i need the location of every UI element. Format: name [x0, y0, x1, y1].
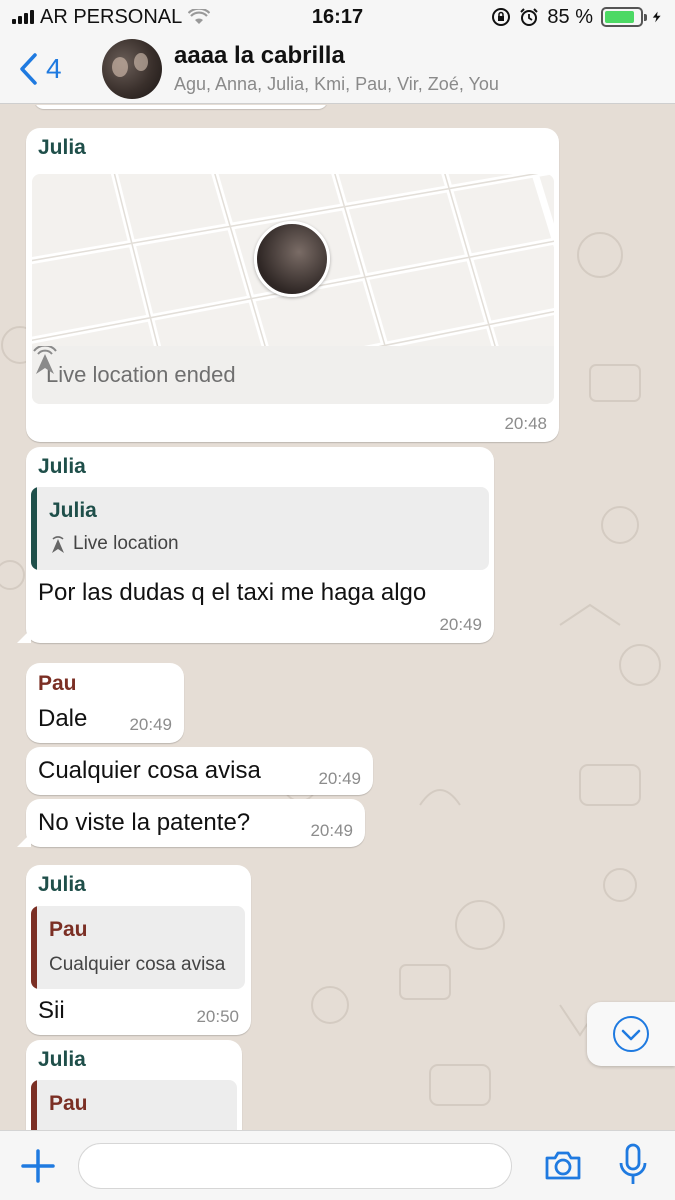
battery-icon: [601, 7, 647, 27]
live-location-map[interactable]: Live location ended: [32, 174, 554, 404]
message-sender: Pau: [38, 672, 77, 695]
message-sender: Julia: [38, 136, 86, 159]
message-text: Cualquier cosa avisa: [38, 757, 261, 784]
message-sender: Julia: [38, 873, 86, 896]
charging-icon: [652, 11, 661, 23]
group-info[interactable]: aaaa la cabrilla Agu, Anna, Julia, Kmi, …: [174, 42, 499, 95]
battery-fill: [605, 11, 634, 23]
status-time: 16:17: [311, 5, 364, 28]
quote-sender: Pau: [49, 1092, 88, 1115]
message-bubble[interactable]: Julia Julia Live location Por las dudas …: [17, 447, 494, 643]
quote-bar: [31, 487, 37, 570]
group-title: aaaa la cabrilla: [174, 42, 345, 69]
quoted-message[interactable]: Julia Live location: [31, 487, 489, 570]
message-time: 20:49: [310, 821, 353, 840]
quote-text-row: Live location: [49, 533, 179, 555]
live-location-status: Live location ended: [46, 362, 236, 387]
message-text: Por las dudas q el taxi me haga algo: [38, 579, 427, 606]
unread-count: 4: [46, 52, 62, 84]
message-bubble[interactable]: Julia Pau Cualquier cosa avisa Sii 20:50: [26, 865, 251, 1035]
live-location-icon: [52, 536, 64, 553]
message-time: 20:49: [318, 769, 361, 788]
quote-text: Live location: [73, 533, 179, 554]
camera-icon[interactable]: [543, 1145, 583, 1185]
message-time: 20:49: [439, 615, 482, 634]
carrier-label: AR PERSONAL: [40, 5, 183, 28]
quote-sender: Julia: [49, 499, 97, 522]
message-sender: Julia: [38, 1048, 86, 1071]
back-button[interactable]: 4: [18, 52, 98, 86]
message-text: Sii: [38, 997, 65, 1024]
chat-header: 4 aaaa la cabrilla Agu, Anna, Julia, Kmi…: [0, 34, 675, 104]
bubble-tail: [17, 629, 31, 643]
message-bubble[interactable]: No viste la patente? 20:49: [17, 799, 365, 847]
chevron-left-icon: [20, 52, 37, 85]
message-input[interactable]: [78, 1143, 512, 1189]
status-left: AR PERSONAL: [12, 6, 242, 29]
quote-sender: Pau: [49, 918, 88, 941]
message-bubble[interactable]: Julia Pau: [26, 1040, 242, 1130]
wifi-icon: [188, 9, 211, 24]
message-time: 20:48: [504, 414, 547, 433]
quoted-message[interactable]: Pau: [31, 1080, 237, 1130]
live-location-icon: [33, 346, 57, 374]
message-sender: Julia: [38, 455, 86, 478]
microphone-icon[interactable]: [616, 1143, 650, 1187]
scroll-down-button[interactable]: [587, 1002, 675, 1066]
quote-bar: [31, 906, 37, 989]
group-avatar[interactable]: [102, 38, 162, 99]
message-bubble[interactable]: Julia Live location ended 20:48: [26, 128, 559, 442]
status-bar: AR PERSONAL 16:17 85 %: [0, 0, 675, 34]
status-right: 85 %: [433, 6, 663, 29]
quoted-message[interactable]: Pau Cualquier cosa avisa: [31, 906, 245, 989]
chevron-down-icon: [613, 1016, 649, 1052]
location-avatar: [254, 221, 330, 297]
rotation-lock-icon: [492, 8, 511, 26]
live-location-footer: Live location ended: [32, 346, 554, 404]
chat-area: Julia Live location ended 20:48 Julia Ju…: [0, 105, 675, 1130]
message-text: No viste la patente?: [38, 809, 251, 836]
message-text: Dale: [38, 705, 88, 732]
quote-bar: [31, 1080, 37, 1130]
previous-bubble-edge: [34, 105, 328, 109]
bubble-tail: [17, 833, 31, 847]
alarm-icon: [520, 8, 539, 26]
group-members: Agu, Anna, Julia, Kmi, Pau, Vir, Zoé, Yo…: [174, 74, 499, 94]
message-time: 20:49: [129, 715, 172, 734]
battery-percent: 85 %: [547, 5, 593, 28]
quote-text: Cualquier cosa avisa: [49, 954, 226, 975]
message-time: 20:50: [196, 1007, 239, 1026]
signal-icon: [12, 10, 34, 24]
message-bubble[interactable]: Pau Dale 20:49: [26, 663, 184, 743]
input-bar: [0, 1130, 675, 1200]
message-bubble[interactable]: Cualquier cosa avisa 20:49: [26, 747, 373, 795]
plus-icon[interactable]: [18, 1146, 58, 1186]
